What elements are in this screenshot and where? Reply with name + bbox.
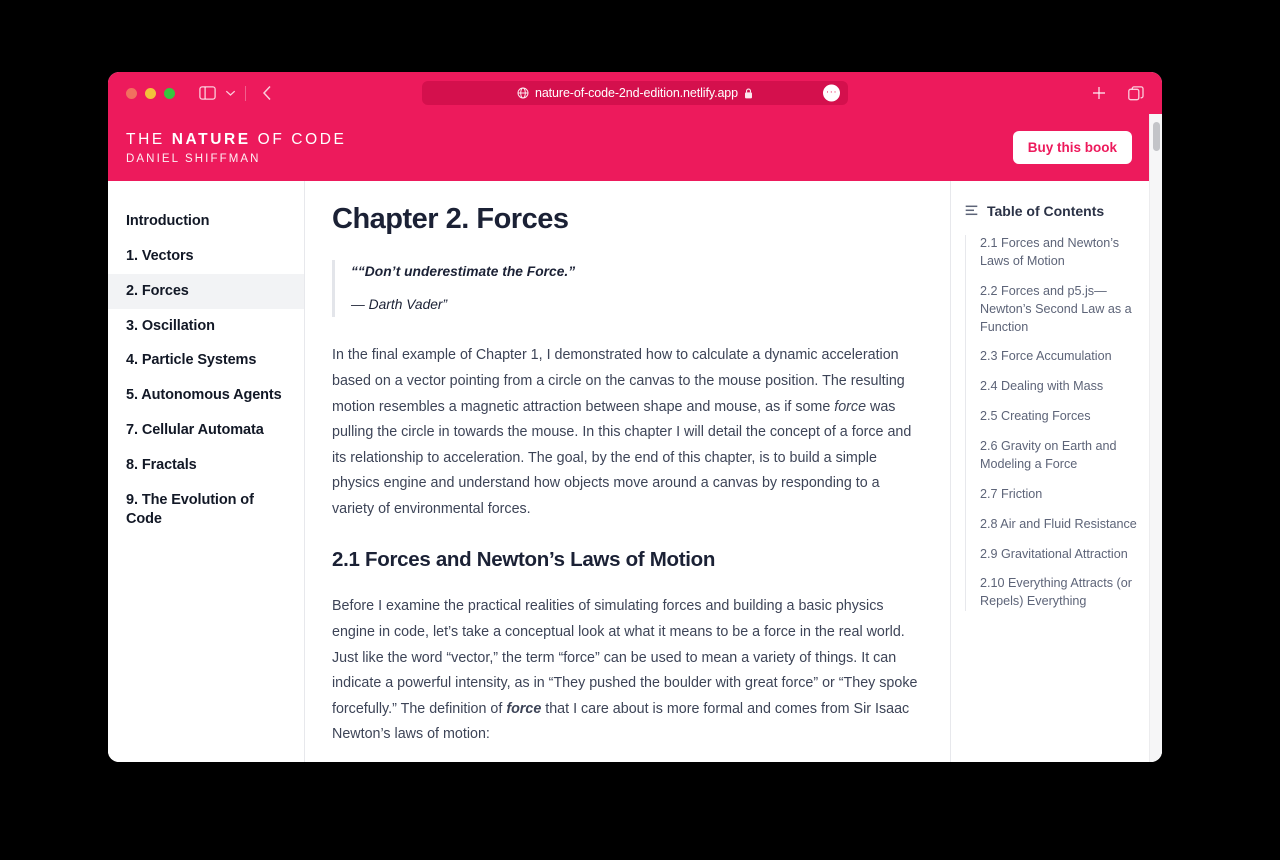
toc-item[interactable]: 2.2 Forces and p5.js—Newton’s Second Law…	[980, 283, 1146, 337]
browser-window: nature-of-code-2nd-edition.netlify.app ·…	[108, 72, 1162, 762]
epigraph-attribution: — Darth Vader”	[351, 296, 448, 312]
toc-item[interactable]: 2.1 Forces and Newton’s Laws of Motion	[980, 235, 1146, 271]
address-bar[interactable]: nature-of-code-2nd-edition.netlify.app ·…	[422, 81, 848, 105]
sidebar-item[interactable]: 2. Forces	[108, 273, 304, 309]
page-body: Introduction 1. Vectors 2. Forces 3. Oscill…	[108, 181, 1162, 762]
sidebar-item[interactable]: 9. The Evolution of Code	[108, 483, 304, 537]
site-header: THE NATURE OF CODE DANIEL SHIFFMAN Buy t…	[108, 114, 1162, 181]
sidebar-item[interactable]: 5. Autonomous Agents	[108, 378, 304, 413]
section-paragraph-part1: Before I examine the practical realities…	[332, 598, 918, 717]
brand-title: THE NATURE OF CODE	[126, 131, 346, 149]
traffic-lights	[126, 87, 175, 99]
toc-title: Table of Contents	[987, 203, 1105, 219]
page-scrollbar[interactable]	[1149, 114, 1162, 762]
globe-icon	[517, 87, 529, 99]
section-heading-2-1: 2.1 Forces and Newton’s Laws of Motion	[332, 548, 716, 572]
epigraph-blockquote: ““Don’t underestimate the Force.” — Dart…	[332, 260, 922, 318]
toc-item[interactable]: 2.10 Everything Attracts (or Repels) Eve…	[980, 575, 1146, 611]
intro-paragraph-emphasis: force	[834, 398, 867, 415]
toc-item[interactable]: 2.5 Creating Forces	[980, 408, 1146, 426]
plus-icon[interactable]	[1092, 86, 1106, 100]
intro-paragraph: In the final example of Chapter 1, I dem…	[332, 343, 922, 522]
sidebar-item[interactable]: 8. Fractals	[108, 448, 304, 483]
intro-paragraph-part1: In the final example of Chapter 1, I dem…	[332, 347, 905, 415]
sidebar-toggle-icon[interactable]	[199, 86, 216, 100]
brand-strong: NATURE	[171, 130, 251, 148]
toc-item[interactable]: 2.3 Force Accumulation	[980, 348, 1146, 366]
toc-item[interactable]: 2.7 Friction	[980, 486, 1146, 504]
toc-header: Table of Contents	[965, 203, 1146, 219]
sidebar-item[interactable]: Introduction	[108, 204, 304, 239]
chevron-down-icon[interactable]	[225, 89, 236, 97]
list-lines-icon	[965, 203, 978, 219]
lock-icon	[744, 88, 753, 99]
sidebar-item[interactable]: 3. Oscillation	[108, 309, 304, 344]
sidebar-item[interactable]: 1. Vectors	[108, 239, 304, 274]
buy-this-book-button[interactable]: Buy this book	[1012, 131, 1132, 164]
sidebar-item[interactable]: 7. Cellular Automata	[108, 413, 304, 448]
toolbar-right-group	[1092, 85, 1148, 101]
page-menu-button[interactable]: ···	[823, 84, 840, 102]
minimize-window-button[interactable]	[145, 87, 156, 99]
url-text: nature-of-code-2nd-edition.netlify.app	[534, 86, 739, 100]
section-paragraph: Before I examine the practical realities…	[332, 594, 922, 747]
article-content: Chapter 2. Forces ““Don’t underestimate …	[305, 181, 950, 762]
section-paragraph-emphasis: force	[506, 700, 542, 717]
tab-overview-icon[interactable]	[1128, 85, 1144, 101]
epigraph-text: ““Don’t underestimate the Force.”	[351, 264, 576, 279]
toolbar-divider	[245, 85, 246, 101]
toc-list: 2.1 Forces and Newton’s Laws of Motion 2.…	[965, 235, 1146, 612]
chapter-sidebar: Introduction 1. Vectors 2. Forces 3. Oscill…	[108, 181, 305, 762]
browser-toolbar: nature-of-code-2nd-edition.netlify.app ·…	[108, 72, 1162, 114]
page-title: Chapter 2. Forces	[332, 203, 569, 235]
toc-item[interactable]: 2.9 Gravitational Attraction	[980, 546, 1146, 564]
brand-prefix: THE	[126, 130, 172, 148]
site-brand[interactable]: THE NATURE OF CODE DANIEL SHIFFMAN	[126, 131, 346, 165]
toc-item[interactable]: 2.8 Air and Fluid Resistance	[980, 516, 1146, 534]
page-menu-dots: ···	[825, 86, 838, 98]
maximize-window-button[interactable]	[164, 87, 175, 99]
brand-suffix: OF CODE	[250, 130, 347, 148]
toc-item[interactable]: 2.6 Gravity on Earth and Modeling a Forc…	[980, 438, 1146, 474]
toc-item[interactable]: 2.4 Dealing with Mass	[980, 378, 1146, 396]
scrollbar-thumb[interactable]	[1153, 122, 1160, 151]
intro-paragraph-part2: was pulling the circle in towards the mo…	[332, 398, 912, 517]
sidebar-item[interactable]: 4. Particle Systems	[108, 343, 304, 378]
brand-subtitle: DANIEL SHIFFMAN	[126, 152, 261, 165]
table-of-contents: Table of Contents 2.1 Forces and Newton’…	[950, 181, 1162, 762]
close-window-button[interactable]	[126, 87, 137, 99]
back-chevron-icon[interactable]	[262, 85, 272, 101]
